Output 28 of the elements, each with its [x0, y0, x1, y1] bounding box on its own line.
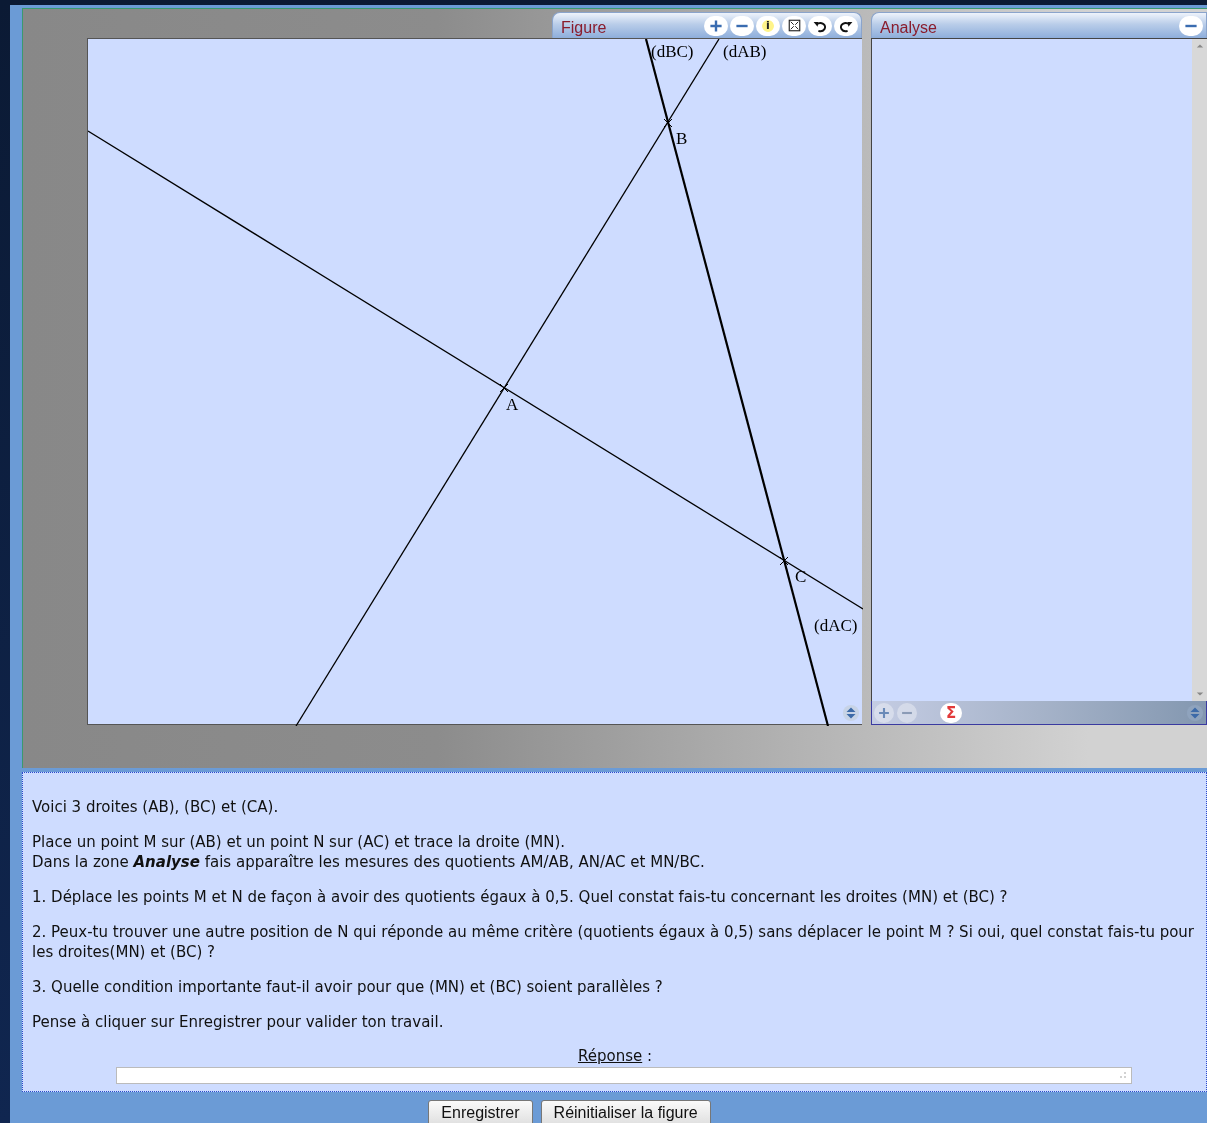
point-mark[interactable] [779, 556, 789, 566]
answer-label: Réponse : [577, 1047, 653, 1065]
line-label: (dAB) [723, 42, 767, 61]
instruction-text: 1. Déplace les points M et N de façon à avoir des quotients égaux à 0,5. Quel constat fais-tu concernant les droites (MN) et (BC) ? [32, 887, 1009, 907]
resize-grip-icon[interactable] [1119, 1071, 1127, 1079]
scroll-toggle-icon[interactable] [842, 704, 860, 722]
line-label: (dBC) [651, 42, 694, 61]
form-button[interactable]: Enregistrer [428, 1100, 533, 1123]
scroll-toggle-icon[interactable] [1186, 703, 1204, 722]
instruction-text: 3. Quelle condition importante faut-il avoir pour que (MN) et (BC) soient parallèles ? [32, 977, 664, 997]
instruction-text: Dans la zone Analyse fais apparaître les mesures des quotients AM/AB, AN/AC et MN/BC. [32, 852, 706, 872]
geometry-canvas[interactable]: (dBC) (dAB) (dAC) B A C [87, 38, 862, 725]
instruction-text: Pense à cliquer sur Enregistrer pour valider ton travail. [32, 1012, 445, 1032]
point-mark[interactable] [663, 118, 673, 128]
instruction-text: 2. Peux-tu trouver une autre position de N qui réponde au même critère (quotients égaux à 0,5) sans déplacer le point M ? Si oui, quel constat fais-tu pour les droites(MN) et (BC) ? [32, 922, 1196, 962]
point-label: A [506, 395, 519, 414]
sum-button[interactable]: Σ [940, 702, 962, 723]
point-label: C [795, 567, 807, 586]
answer-field[interactable] [116, 1067, 1132, 1084]
line-label: (dAC) [814, 616, 858, 635]
point-mark[interactable] [499, 383, 509, 393]
instruction-text: Voici 3 droites (AB), (BC) et (CA). [32, 797, 280, 817]
info-button[interactable]: i [756, 15, 780, 36]
form-button[interactable]: Réinitialiser la figure [540, 1100, 711, 1123]
panel-title: Analyse [880, 18, 937, 37]
instruction-text: Place un point M sur (AB) et un point N sur (AC) et trace la droite (MN). [32, 832, 567, 852]
panel-title: Figure [561, 18, 607, 37]
point-label: B [676, 129, 688, 148]
